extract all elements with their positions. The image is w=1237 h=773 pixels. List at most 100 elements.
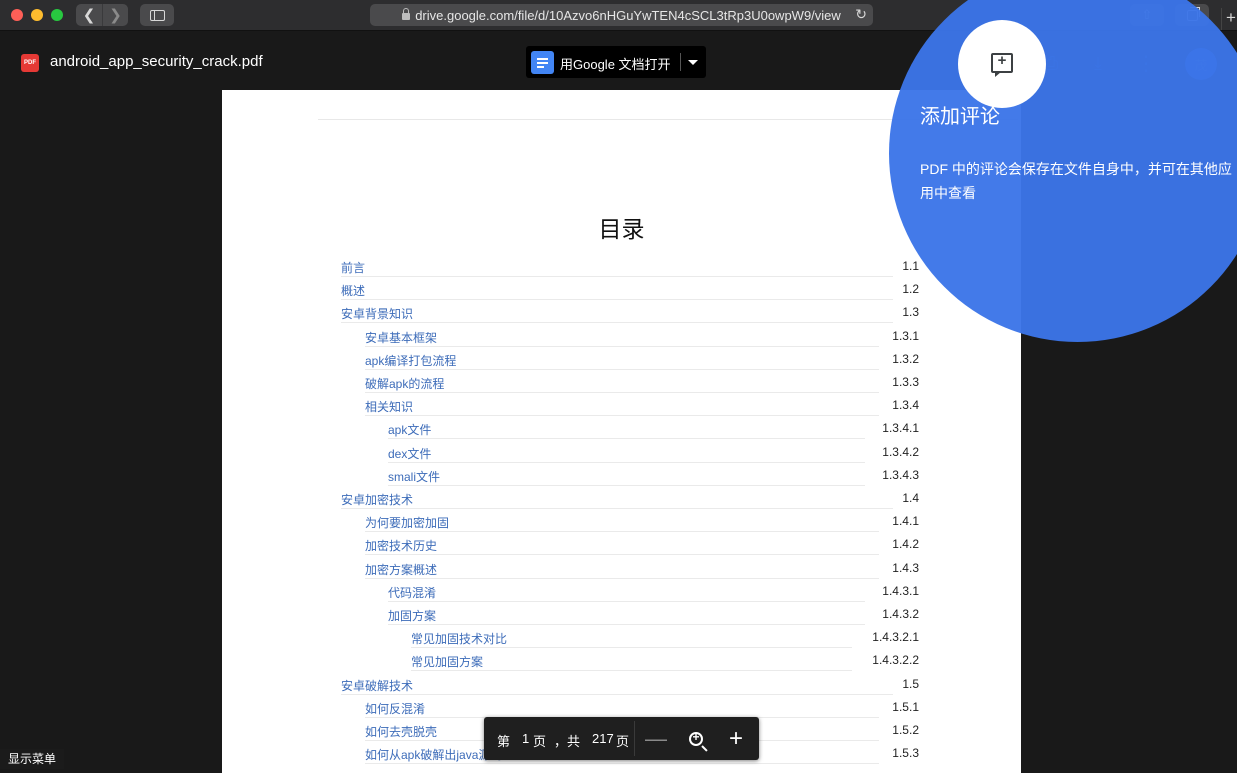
toc-item-label[interactable]: 加密方案概述 — [365, 561, 437, 578]
toc-item-rule — [341, 693, 893, 695]
toc-item-label[interactable]: 常见加固方案 — [411, 653, 483, 670]
plus-glyph: + — [997, 52, 1007, 69]
toc-item[interactable]: 安卓破解技术 1.5 — [341, 673, 919, 695]
toc-item-number: 1.4.3.2 — [882, 607, 919, 621]
toc-item-label[interactable]: 安卓基本框架 — [365, 329, 437, 346]
toc-item-label[interactable]: apk编译打包流程 — [365, 352, 456, 369]
chevron-down-icon[interactable] — [688, 60, 698, 65]
toc-item-label[interactable]: 相关知识 — [365, 398, 413, 415]
toc-item-label[interactable]: 代码混淆 — [388, 584, 436, 601]
plus-icon[interactable]: + — [723, 725, 749, 752]
toc-item[interactable]: 安卓加密技术 1.4 — [341, 487, 919, 509]
toc-item-rule — [365, 345, 879, 347]
toc-item-label[interactable]: 如何反混淆 — [365, 700, 425, 717]
toc-item-number: 1.4 — [902, 491, 919, 505]
screen: ❮ ❯ drive.google.com/file/d/10Azvo6nHGuY… — [0, 0, 1237, 773]
minimize-window-button[interactable] — [31, 9, 43, 21]
toc-item-number: 1.4.3.1 — [882, 583, 919, 598]
toc-item-label[interactable]: apk文件 — [388, 421, 431, 438]
zoom-icon[interactable]: + — [683, 726, 709, 752]
toc-item[interactable]: 安卓背景知识 1.3 — [341, 301, 919, 324]
minus-icon[interactable]: — — [643, 726, 669, 752]
toc-item[interactable]: apk编译打包流程 1.3.2 — [365, 348, 919, 370]
chevron-right-icon[interactable]: ❯ — [102, 4, 128, 26]
magnifier-glyph: + — [689, 730, 703, 746]
toc-item-label[interactable]: 常见加固技术对比 — [411, 630, 507, 647]
address-bar[interactable]: drive.google.com/file/d/10Azvo6nHGuYwTEN… — [370, 4, 873, 26]
magnifier-plus: + — [692, 730, 700, 744]
toc-item-number: 1.1 — [902, 259, 919, 273]
toc-item-rule — [388, 624, 866, 625]
toc-item-number: 1.5.3 — [892, 746, 919, 761]
total-prefix: ，共 — [554, 734, 581, 749]
open-with-label: 用Google 文档打开 — [560, 57, 671, 72]
toc-item-rule — [365, 368, 879, 370]
show-menu-button[interactable]: 显示菜单 — [0, 749, 65, 769]
toc-item-rule — [341, 299, 893, 301]
toc-item-rule — [365, 392, 879, 393]
toc-item-number: 1.3.1 — [892, 328, 919, 343]
history-nav: ❮ ❯ — [76, 4, 128, 26]
toc-item[interactable]: 破解apk的流程 1.3.3 — [365, 371, 919, 393]
toc-item-number: 1.5.2 — [892, 723, 919, 737]
toc-item-rule — [341, 508, 893, 509]
zoom-window-button[interactable] — [51, 9, 63, 21]
toc-item-label[interactable]: 如何从apk破解出java源码 — [365, 746, 502, 763]
toc-item[interactable]: 前言 1.1 — [341, 255, 919, 277]
toc-item-number: 1.4.3.2.2 — [872, 653, 919, 668]
pdf-file-icon: PDF — [21, 54, 39, 72]
toc-item[interactable]: 常见加固方案 1.4.3.2.2 — [411, 649, 919, 672]
toc-item[interactable]: 代码混淆 1.4.3.1 — [388, 580, 919, 602]
toc-item-label[interactable]: 加密技术历史 — [365, 537, 437, 554]
toc-item[interactable]: dex文件 1.3.4.2 — [388, 441, 919, 463]
toc-item[interactable]: smali文件 1.3.4.3 — [388, 464, 919, 486]
toc-item-rule — [365, 763, 879, 765]
toc-item-number: 1.5.1 — [892, 699, 919, 714]
toc-item[interactable]: 安卓基本框架 1.3.1 — [365, 325, 919, 347]
plus-icon[interactable]: + — [1221, 8, 1237, 30]
reload-icon[interactable]: ↻ — [855, 6, 867, 23]
toc-item[interactable]: 加密技术历史 1.4.2 — [365, 533, 919, 556]
toc-item-number: 1.4.2 — [892, 537, 919, 552]
toc-item[interactable]: 相关知识 1.3.4 — [365, 394, 919, 417]
lock-icon — [402, 7, 411, 20]
total-pages: 217 — [592, 731, 614, 746]
sidebar-toggle-button[interactable] — [140, 4, 174, 26]
toc-item[interactable]: 如何反混淆 1.5.1 — [365, 696, 919, 718]
toc-item-rule — [365, 554, 879, 556]
toc-item-rule — [365, 531, 879, 533]
open-with-docs-button[interactable]: 用Google 文档打开 — [526, 46, 706, 78]
toc-item-rule — [365, 415, 879, 417]
toc-item-label[interactable]: 安卓背景知识 — [341, 305, 413, 322]
toc-item-rule — [388, 600, 866, 602]
total-suffix: 页 — [616, 734, 630, 749]
toc-item-label[interactable]: smali文件 — [388, 468, 440, 485]
toc-item-label[interactable]: 破解apk的流程 — [365, 375, 444, 392]
close-window-button[interactable] — [11, 9, 23, 21]
toc-item[interactable]: 加密方案概述 1.4.3 — [365, 557, 919, 579]
chevron-left-icon[interactable]: ❮ — [76, 4, 102, 26]
toc-item[interactable]: 概述 1.2 — [341, 278, 919, 301]
toc-item[interactable]: 加固方案 1.4.3.2 — [388, 603, 919, 625]
toc-item-rule — [388, 438, 866, 440]
toc-item-label[interactable]: 为何要加密加固 — [365, 514, 449, 531]
open-with-divider — [680, 53, 681, 71]
toc-item-number: 1.4.1 — [892, 514, 919, 529]
toc-item[interactable]: 常见加固技术对比 1.4.3.2.1 — [411, 626, 919, 649]
toc-item-label[interactable]: 安卓加密技术 — [341, 491, 413, 508]
toc-item-number: 1.2 — [902, 282, 919, 297]
toc-item[interactable]: apk文件 1.3.4.1 — [388, 417, 919, 440]
toc-item-label[interactable]: 安卓破解技术 — [341, 677, 413, 694]
toc-item-number: 1.4.3 — [892, 560, 919, 575]
toc-item-label[interactable]: 如何去壳脱壳 — [365, 723, 437, 740]
add-comment-icon[interactable]: + — [991, 52, 1013, 77]
current-page[interactable]: 1 — [522, 731, 529, 746]
toc-item-label[interactable]: 加固方案 — [388, 607, 436, 624]
toc-item-label[interactable]: 前言 — [341, 259, 365, 276]
toc-item-number: 1.3.2 — [892, 351, 919, 366]
toc-item[interactable]: 为何要加密加固 1.4.1 — [365, 510, 919, 533]
sidebar-icon — [149, 9, 165, 21]
toc-item-label[interactable]: dex文件 — [388, 445, 431, 462]
toc-item-rule — [365, 577, 879, 579]
toc-item-label[interactable]: 概述 — [341, 282, 365, 299]
